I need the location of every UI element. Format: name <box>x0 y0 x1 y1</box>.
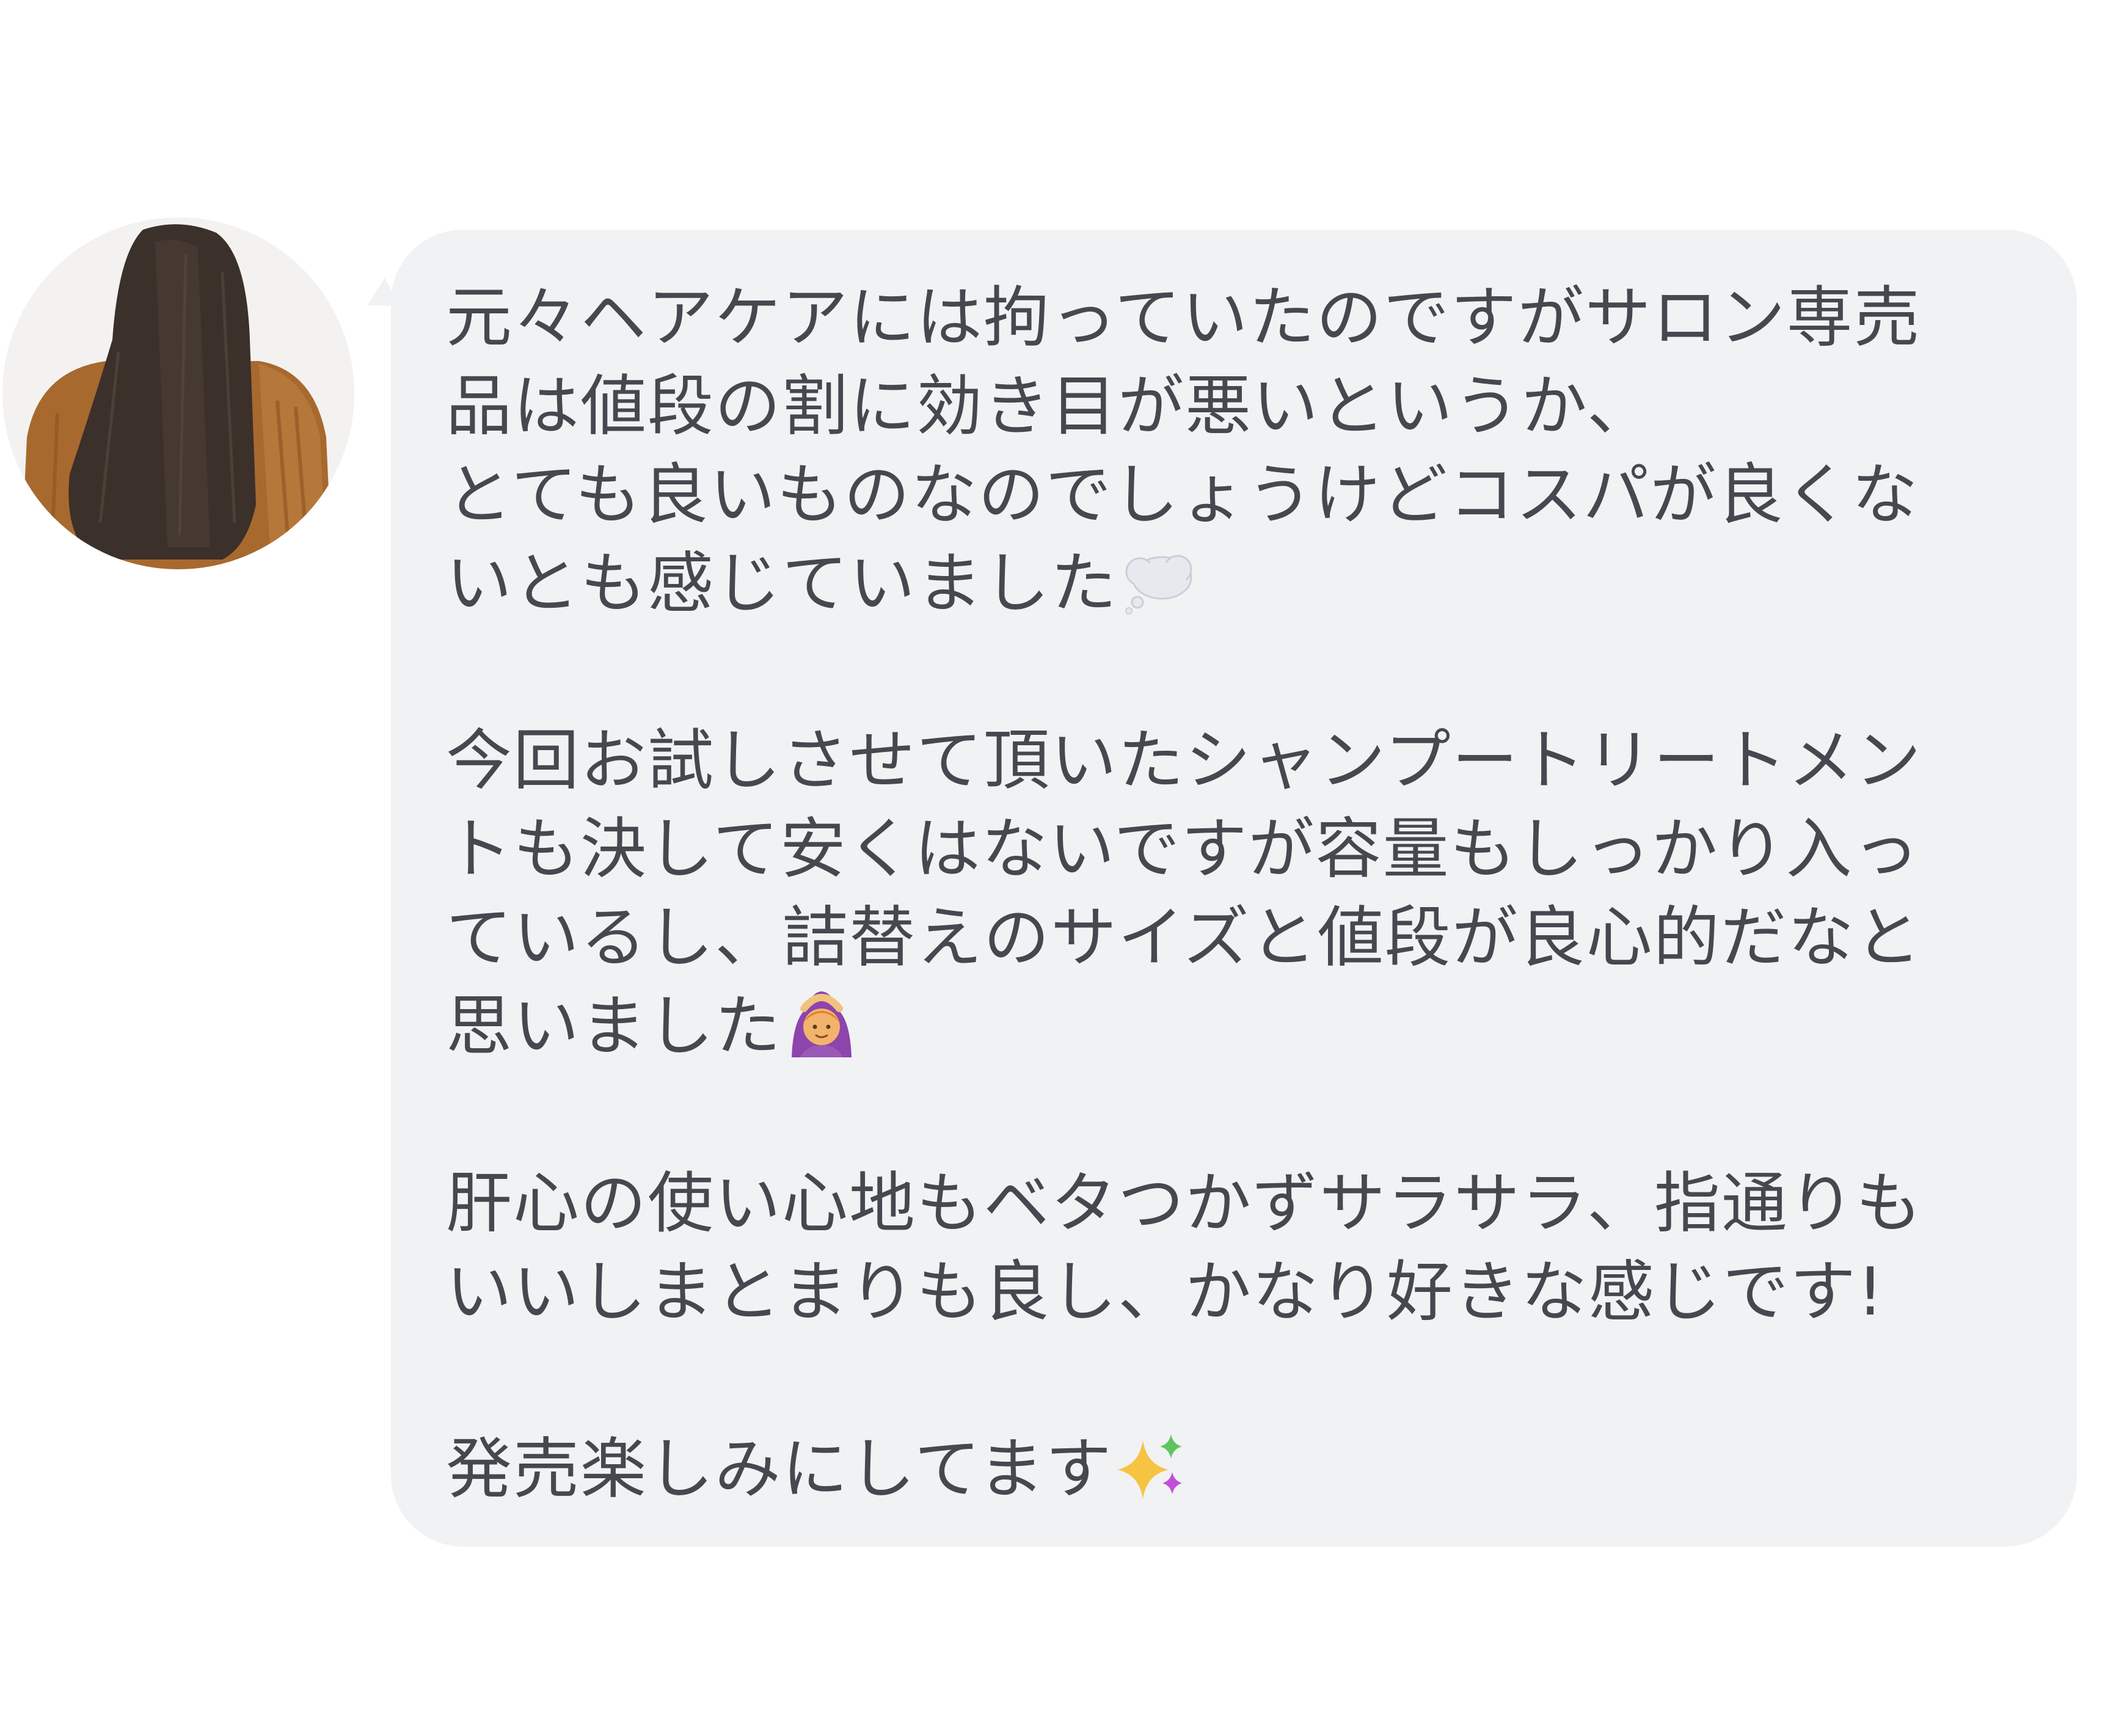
sender-avatar[interactable] <box>2 217 354 569</box>
message-line: トも決して安くはないですが容量もしっかり入っ <box>446 811 1921 888</box>
woman-gesturing-ok-icon <box>786 987 858 1057</box>
message-line: 肝心の使い心地もベタつかずサラサラ、指通りも <box>446 1165 1923 1242</box>
message-line: 品は値段の割に効き目が悪いというか、 <box>446 368 1654 445</box>
message-line-with-emoji: 発売楽しみにしてます <box>446 1425 2028 1514</box>
sparkles-icon <box>1116 1429 1187 1500</box>
message-line: いいしまとまりも良し、かなり好きな感じです! <box>446 1254 1885 1330</box>
thought-balloon-icon <box>1122 551 1195 615</box>
message-line-with-emoji: 思いました <box>446 982 2028 1071</box>
message-bubble[interactable]: 元々ヘアケアには拘っていたのですがサロン専売 品は値段の割に効き目が悪いというか… <box>391 230 2077 1547</box>
message-text: 元々ヘアケアには拘っていたのですがサロン専売 品は値段の割に効き目が悪いというか… <box>446 274 2028 1514</box>
message-line: とても良いものなのでしょうけどコスパが良くな <box>446 457 1919 533</box>
message-line: 今回お試しさせて頂いたシャンプートリートメン <box>446 723 1922 799</box>
message-line-text: 発売楽しみにしてます <box>446 1431 1113 1508</box>
message-line: 元々ヘアケアには拘っていたのですがサロン専売 <box>446 280 1921 356</box>
avatar-photo <box>2 217 354 569</box>
message-line: ているし、詰替えのサイズと値段が良心的だなと <box>446 900 1922 976</box>
message-line-text: いとも感じていました <box>446 545 1118 622</box>
message-line-text: 思いました <box>446 988 783 1065</box>
message-line-with-emoji: いとも感じていました <box>446 539 2028 628</box>
